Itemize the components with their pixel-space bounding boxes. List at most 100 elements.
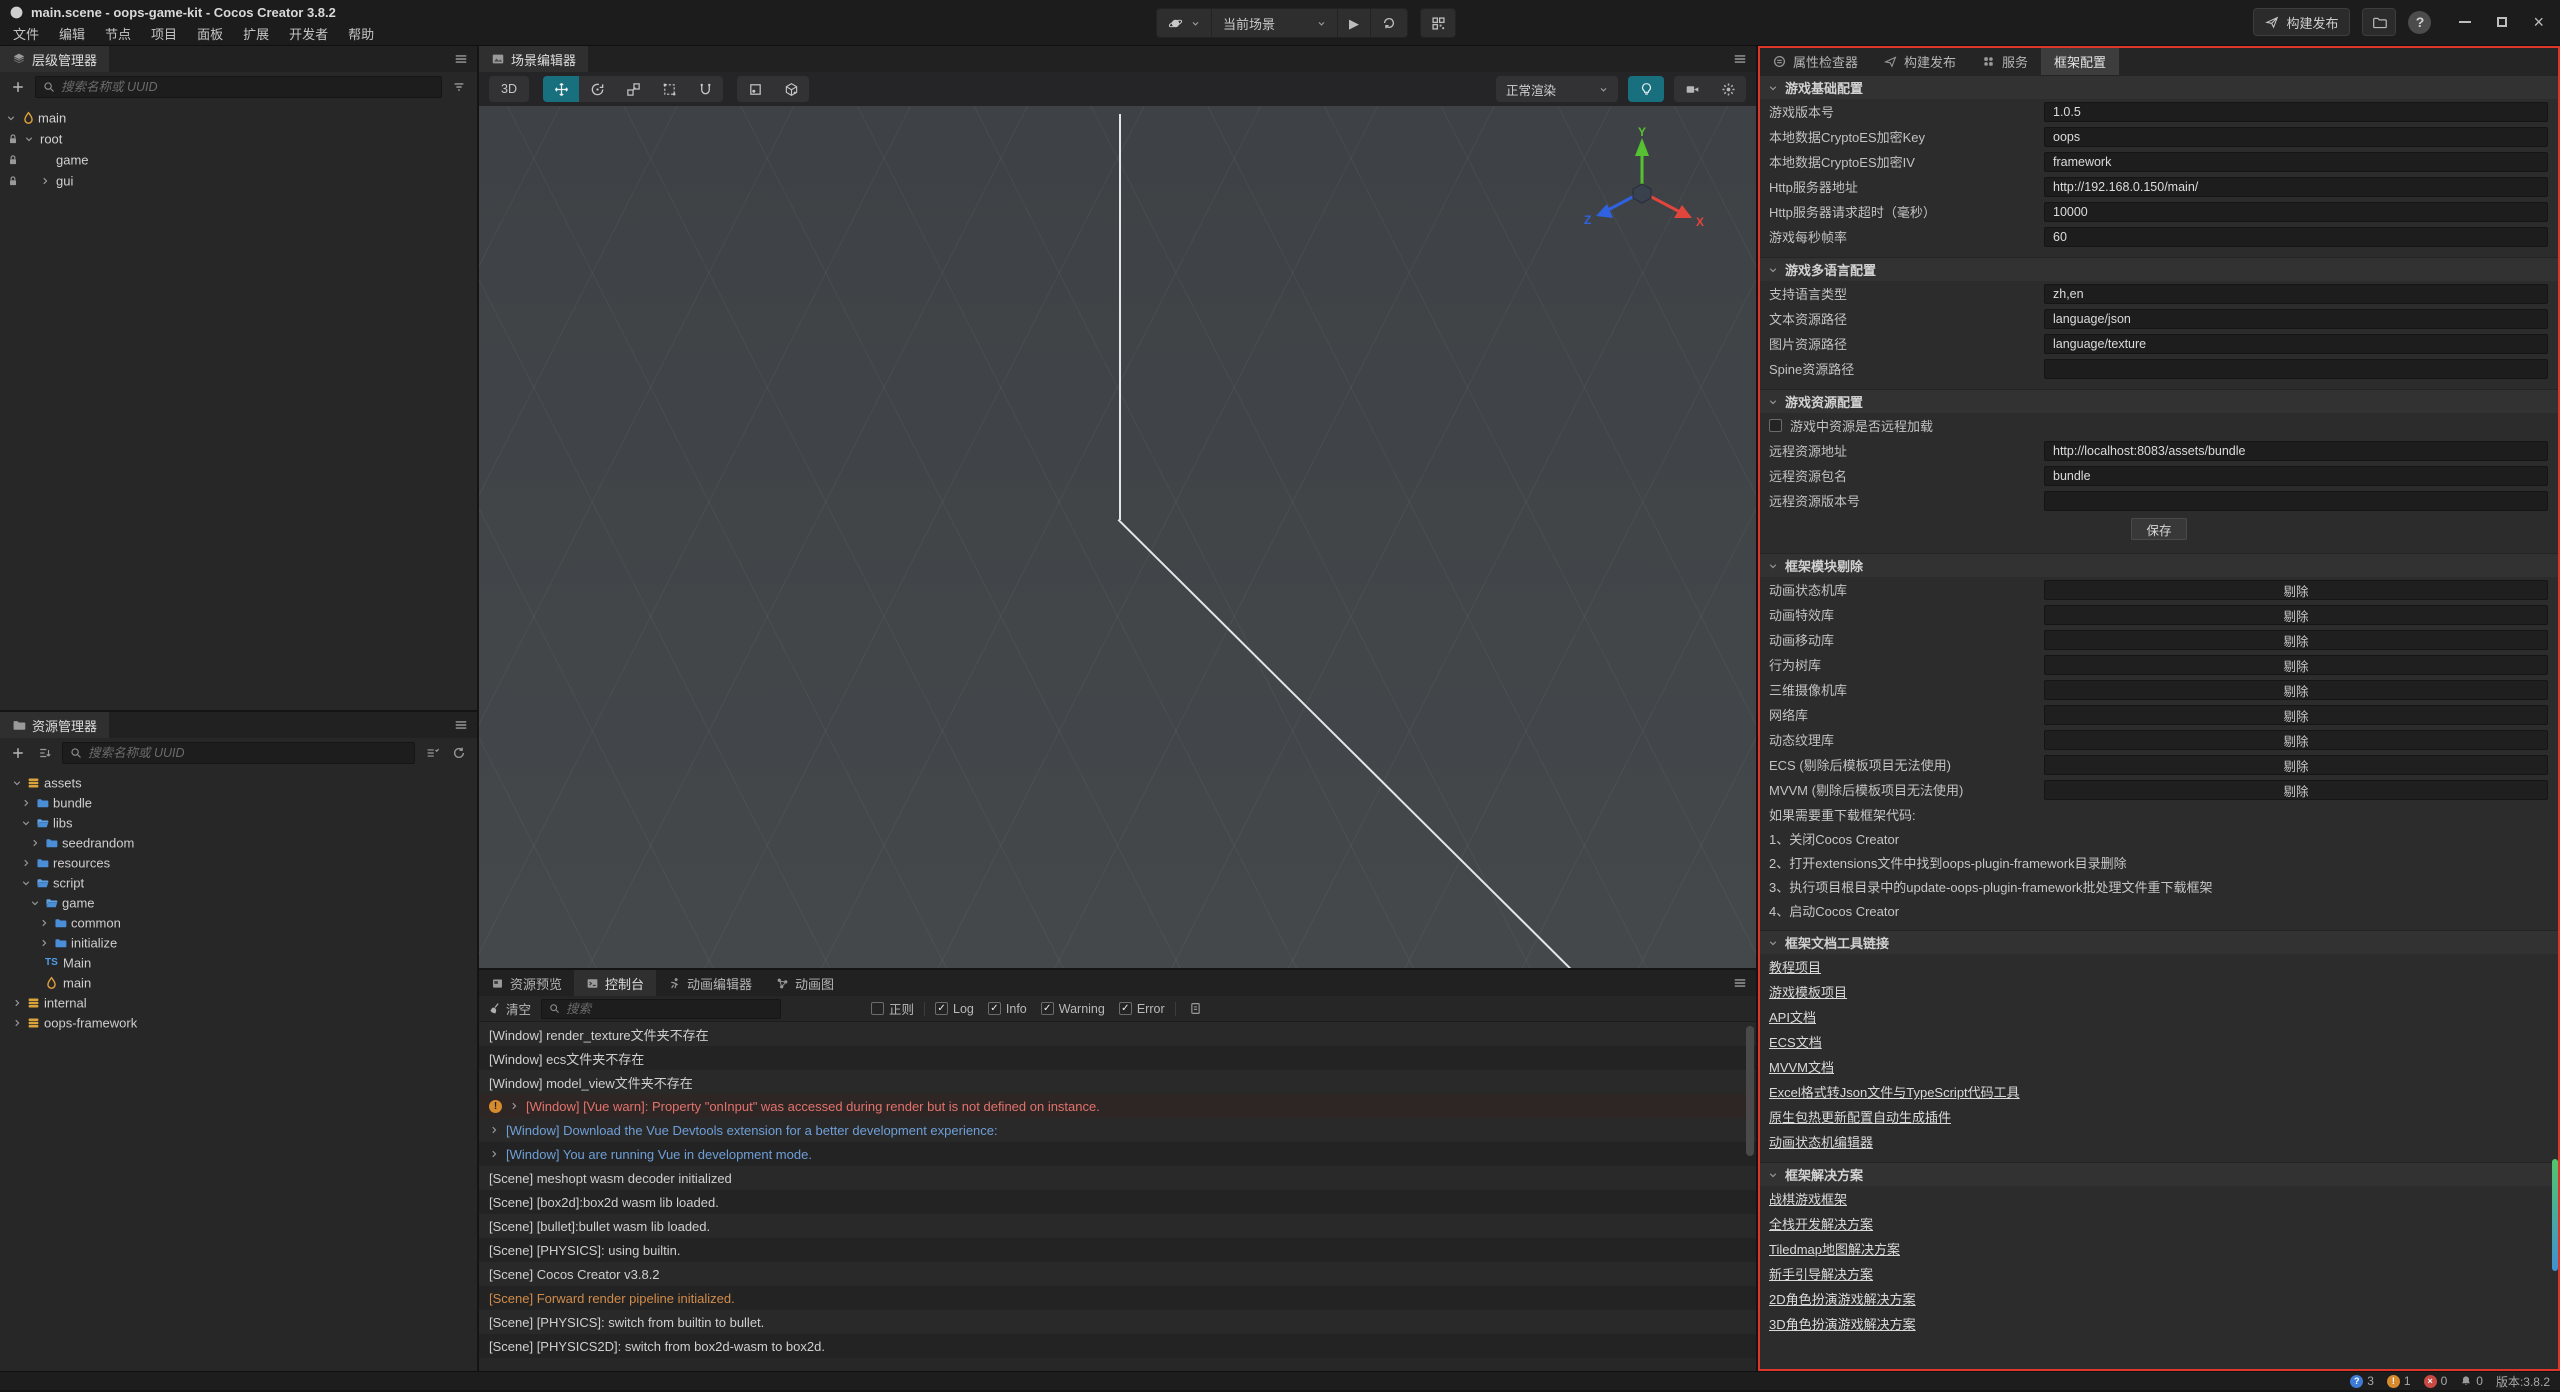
open-project-folder-button[interactable] [2362,8,2396,36]
link-新手引导解决方案[interactable]: 新手引导解决方案 [1769,1264,1873,1283]
log-row[interactable]: [Scene] [PHYSICS2D]: switch from box2d-w… [479,1334,1756,1358]
remove-button-三维摄像机库[interactable]: 剔除 [2044,680,2548,700]
section-collapse-chevron-icon[interactable] [1768,1170,1778,1180]
asset-node-Main[interactable]: TSMain [0,953,477,973]
rect-tool-button[interactable] [651,76,687,102]
link-动画状态机编辑器[interactable]: 动画状态机编辑器 [1769,1132,1873,1151]
input-Http服务器地址[interactable] [2044,177,2548,197]
remove-button-动画移动库[interactable]: 剔除 [2044,630,2548,650]
console-scrollbar-thumb[interactable] [1746,1026,1754,1156]
log-expand-chevron-icon[interactable] [489,1149,499,1159]
console-logs[interactable]: [Window] render_texture文件夹不存在[Window] ec… [479,1022,1756,1371]
input-远程资源包名[interactable] [2044,466,2548,486]
scene-settings-button[interactable] [1710,76,1746,102]
minimize-button[interactable] [2459,21,2471,23]
input-游戏版本号[interactable] [2044,102,2548,122]
menu-item-编辑[interactable]: 编辑 [49,22,95,45]
log-row[interactable]: [Scene] [bullet]:bullet wasm lib loaded. [479,1214,1756,1238]
link-ECS文档[interactable]: ECS文档 [1769,1032,1822,1051]
tab-资源预览[interactable]: 资源预览 [479,970,574,996]
scene-camera-button[interactable] [1674,76,1710,102]
asset-node-game[interactable]: game [0,893,477,913]
hierarchy-panel-menu-button[interactable] [445,46,477,72]
tab-属性检查器[interactable]: 属性检查器 [1760,48,1871,75]
chevron-right-icon[interactable] [30,838,40,848]
tab-服务[interactable]: 服务 [1969,48,2041,75]
tab-构建发布[interactable]: 构建发布 [1871,48,1969,75]
menu-item-文件[interactable]: 文件 [3,22,49,45]
link-2D角色扮演游戏解决方案[interactable]: 2D角色扮演游戏解决方案 [1769,1289,1916,1308]
warning-count[interactable]: ! 1 [2387,1374,2411,1388]
asset-node-oops-framework[interactable]: oops-framework [0,1013,477,1033]
log-row[interactable]: [Scene] [PHYSICS]: using builtin. [479,1238,1756,1262]
tab-动画编辑器[interactable]: 动画编辑器 [656,970,764,996]
scene-panel-menu-button[interactable] [1724,46,1756,72]
link-战棋游戏框架[interactable]: 战棋游戏框架 [1769,1189,1847,1208]
preview-platform-button[interactable] [1157,9,1212,37]
remove-button-ECS (剔除后模板项目无法使用)[interactable]: 剔除 [2044,755,2548,775]
input-本地数据CryptoES加密Key[interactable] [2044,127,2548,147]
menu-item-项目[interactable]: 项目 [141,22,187,45]
notification-count[interactable]: 0 [2460,1374,2483,1388]
scale-tool-button[interactable] [615,76,651,102]
link-原生包热更新配置自动生成插件[interactable]: 原生包热更新配置自动生成插件 [1769,1107,1951,1126]
section-header-游戏多语言配置[interactable]: 游戏多语言配置 [1760,257,2558,281]
create-asset-button[interactable] [8,746,28,760]
build-publish-button[interactable]: 构建发布 [2253,8,2350,36]
tab-控制台[interactable]: 控制台 [574,970,656,996]
error-count[interactable]: × 0 [2424,1374,2448,1388]
input-Spine资源路径[interactable] [2044,359,2548,379]
log-row[interactable]: ![Window] [Vue warn]: Property "onInput"… [479,1094,1756,1118]
console-panel-menu-button[interactable] [1724,970,1756,996]
link-Excel格式转Json文件与TypeScript代码工具[interactable]: Excel格式转Json文件与TypeScript代码工具 [1769,1082,2020,1101]
scene-viewport[interactable]: Y X Z [479,106,1756,968]
menu-item-节点[interactable]: 节点 [95,22,141,45]
assets-search-input[interactable] [88,746,407,760]
tree-node-root[interactable]: root [0,128,477,149]
asset-node-bundle[interactable]: bundle [0,793,477,813]
menu-item-开发者[interactable]: 开发者 [279,22,338,45]
log-expand-chevron-icon[interactable] [509,1101,519,1111]
spline-tool-button[interactable] [687,76,723,102]
rotate-tool-button[interactable] [579,76,615,102]
section-header-游戏资源配置[interactable]: 游戏资源配置 [1760,389,2558,413]
dimension-toggle[interactable]: 3D [489,76,529,102]
input-文本资源路径[interactable] [2044,309,2548,329]
section-collapse-chevron-icon[interactable] [1768,83,1778,93]
render-mode-dropdown[interactable]: 正常渲染 [1496,76,1618,102]
filter-checkbox-Info[interactable]: ✓Info [988,1002,1027,1016]
refresh-assets-button[interactable] [449,746,469,760]
remove-button-动态纹理库[interactable]: 剔除 [2044,730,2548,750]
coordinate-toggle-button[interactable] [773,76,809,102]
maximize-button[interactable] [2497,17,2507,27]
section-header-游戏基础配置[interactable]: 游戏基础配置 [1760,75,2558,99]
remote-load-checkbox[interactable]: 游戏中资源是否远程加载 [1760,413,2558,438]
link-全栈开发解决方案[interactable]: 全栈开发解决方案 [1769,1214,1873,1233]
filter-checkbox-Error[interactable]: ✓Error [1119,1002,1165,1016]
hierarchy-filter-button[interactable] [449,80,469,94]
chevron-down-icon[interactable] [30,898,40,908]
asset-node-initialize[interactable]: initialize [0,933,477,953]
tab-框架配置[interactable]: 框架配置 [2041,48,2119,75]
tab-scene-editor[interactable]: 场景编辑器 [479,46,588,72]
chevron-right-icon[interactable] [12,998,22,1008]
scene-select-dropdown[interactable]: 当前场景 [1212,9,1338,37]
asset-node-main[interactable]: main [0,973,477,993]
input-本地数据CryptoES加密IV[interactable] [2044,152,2548,172]
section-header-框架解决方案[interactable]: 框架解决方案 [1760,1162,2558,1186]
pivot-toggle-button[interactable] [737,76,773,102]
link-教程项目[interactable]: 教程项目 [1769,957,1821,976]
menu-item-面板[interactable]: 面板 [187,22,233,45]
play-button[interactable]: ▶ [1338,9,1371,37]
chevron-right-icon[interactable] [21,858,31,868]
preview-qr-button[interactable] [1420,8,1456,38]
log-row[interactable]: [Scene] meshopt wasm decoder initialized [479,1166,1756,1190]
menu-item-帮助[interactable]: 帮助 [338,22,384,45]
tree-node-gui[interactable]: gui [0,170,477,191]
info-count[interactable]: ? 3 [2350,1374,2374,1388]
asset-node-resources[interactable]: resources [0,853,477,873]
chevron-down-icon[interactable] [24,134,34,144]
input-Http服务器请求超时（毫秒）[interactable] [2044,202,2548,222]
remove-button-MVVM (剔除后模板项目无法使用)[interactable]: 剔除 [2044,780,2548,800]
remove-button-动画状态机库[interactable]: 剔除 [2044,580,2548,600]
